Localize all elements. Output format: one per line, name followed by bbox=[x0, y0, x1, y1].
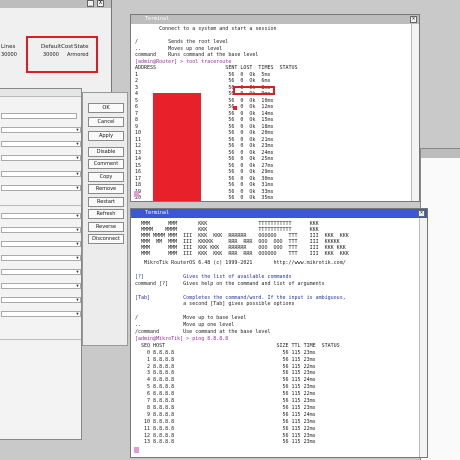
terminal-1-scrollbar[interactable] bbox=[411, 24, 419, 201]
terminal-line: / Move up to base level bbox=[135, 315, 247, 322]
terminal-line: command Runs command at the base level bbox=[135, 52, 259, 58]
settings-window: ▼ ▼ ▼ ▼ ▼ ▼ ▼ ▼ ▼ ▼ ▼ ▼ ▼ bbox=[0, 88, 82, 440]
disconnect-button[interactable]: Disconnect bbox=[88, 234, 124, 244]
settings-toolbar bbox=[0, 89, 81, 97]
terminal-line: [Tab] Completes the command/word. If the… bbox=[135, 294, 346, 301]
action-button-panel: OK Cancel Apply Disable Comment Copy Rem… bbox=[82, 92, 128, 346]
ok-button[interactable]: OK bbox=[88, 103, 124, 113]
terminal-line: 5 8.8.8.8 56 115 23ms bbox=[135, 384, 316, 391]
settings-field-1[interactable] bbox=[1, 113, 77, 119]
highlight-annotation bbox=[233, 86, 275, 95]
chevron-down-icon[interactable]: ▼ bbox=[75, 214, 80, 218]
terminal-window-1[interactable]: Terminal × Connect to a system and start… bbox=[130, 14, 420, 202]
terminal-line: [?] Gives the list of available commands bbox=[135, 273, 292, 280]
column-header-lines[interactable]: Lines bbox=[1, 42, 15, 52]
terminal-line: 7 8.8.8.8 56 115 23ms bbox=[135, 398, 316, 404]
settings-field-12[interactable]: ▼ bbox=[1, 283, 81, 289]
settings-field-8[interactable]: ▼ bbox=[1, 227, 81, 233]
chevron-down-icon[interactable]: ▼ bbox=[75, 256, 80, 260]
refresh-button[interactable]: Refresh bbox=[88, 209, 124, 219]
terminal-line: [admin@Router] > tool traceroute bbox=[135, 58, 232, 65]
apply-button[interactable]: Apply bbox=[88, 131, 124, 141]
terminal-line: 4 8.8.8.8 56 115 24ms bbox=[135, 377, 316, 384]
terminal-line: 3 8.8.8.8 56 115 23ms bbox=[135, 370, 316, 377]
terminal-1-titlebar: Terminal bbox=[131, 15, 419, 24]
chevron-down-icon[interactable]: ▼ bbox=[75, 242, 80, 246]
divider bbox=[0, 339, 81, 340]
restart-button[interactable]: Restart bbox=[88, 197, 124, 207]
chevron-down-icon[interactable]: ▼ bbox=[75, 128, 80, 132]
copy-button[interactable]: Copy bbox=[88, 172, 124, 182]
chevron-down-icon[interactable]: ▼ bbox=[75, 228, 80, 232]
disable-button[interactable]: Disable bbox=[88, 147, 124, 157]
terminal-line: 6 8.8.8.8 56 115 22ms bbox=[135, 391, 316, 398]
background-window-titlebar bbox=[421, 149, 460, 158]
chevron-down-icon[interactable]: ▼ bbox=[75, 142, 80, 146]
remove-button[interactable]: Remove bbox=[88, 184, 124, 194]
comment-button[interactable]: Comment bbox=[88, 159, 124, 169]
terminal-line: 13 8.8.8.8 56 115 23ms bbox=[135, 439, 316, 446]
cell-lines: 30000 bbox=[1, 52, 17, 58]
settings-field-9[interactable]: ▼ bbox=[1, 241, 81, 247]
settings-field-10[interactable]: ▼ bbox=[1, 255, 81, 261]
terminal-line: .. Move up one level bbox=[135, 322, 235, 329]
reverse-button[interactable]: Reverse bbox=[88, 222, 124, 232]
terminal-line: 2 8.8.8.8 56 115 22ms bbox=[135, 363, 316, 370]
redaction-block bbox=[153, 93, 201, 201]
chevron-down-icon[interactable]: ▼ bbox=[75, 156, 80, 160]
chevron-down-icon[interactable]: ▼ bbox=[75, 270, 80, 274]
terminal-1-output[interactable]: Connect to a system and start a session /… bbox=[131, 24, 411, 201]
terminal-line: .. Moves up one level bbox=[135, 45, 223, 52]
chevron-down-icon[interactable]: ▼ bbox=[75, 284, 80, 288]
settings-field-14[interactable]: ▼ bbox=[1, 311, 81, 317]
cancel-button[interactable]: Cancel bbox=[88, 117, 124, 127]
terminal-line: 10 8.8.8.8 56 115 23ms bbox=[135, 418, 316, 425]
settings-field-7[interactable]: ▼ bbox=[1, 213, 81, 219]
minimize-button[interactable]: _ bbox=[87, 0, 94, 7]
chevron-down-icon[interactable]: ▼ bbox=[75, 186, 80, 190]
close-button[interactable]: × bbox=[410, 16, 417, 23]
terminal-line: SEQ HOST SIZE TTL TIME STATUS bbox=[135, 342, 340, 349]
settings-field-6[interactable]: ▼ bbox=[1, 185, 81, 191]
terminal-line: 11 8.8.8.8 56 115 22ms bbox=[135, 425, 316, 432]
terminal-line: 12 8.8.8.8 56 115 23ms bbox=[135, 432, 316, 439]
settings-field-3[interactable]: ▼ bbox=[1, 141, 81, 147]
settings-field-13[interactable]: ▼ bbox=[1, 297, 81, 303]
terminal-line: 1 8.8.8.8 56 115 23ms bbox=[135, 356, 316, 363]
terminal-line: MMM MMM III KKK KKK RRR RRR OOOOOO TTT I… bbox=[135, 251, 349, 257]
settings-field-4[interactable]: ▼ bbox=[1, 155, 81, 161]
terminal-line: command [?] Gives help on the command an… bbox=[135, 280, 325, 287]
terminal-line: / Sends the root level bbox=[135, 39, 229, 45]
background-dialog-titlebar bbox=[0, 0, 111, 8]
terminal-line: 1 56 0 Ok 5ms bbox=[135, 71, 271, 78]
terminal-2-output[interactable]: MMM MMM KKK TTTTTTTTTTT KKK MMMM MMMM KK… bbox=[131, 218, 419, 457]
terminal-line: ADDRESS SENT LOST TIMES STATUS bbox=[135, 65, 298, 71]
cursor-marker bbox=[134, 191, 139, 197]
chevron-down-icon[interactable]: ▼ bbox=[75, 298, 80, 302]
terminal-line: 0 8.8.8.8 56 115 23ms bbox=[135, 349, 316, 356]
terminal-line: /command Use command at the base level bbox=[135, 329, 271, 335]
terminal-line: 8 8.8.8.8 56 115 23ms bbox=[135, 404, 316, 411]
close-button[interactable]: × bbox=[418, 210, 425, 217]
terminal-line: 9 8.8.8.8 56 115 24ms bbox=[135, 411, 316, 418]
terminal-line: 2 56 0 Ok 6ms bbox=[135, 78, 271, 84]
terminal-line: [admin@MikroTik] > ping 8.8.8.8 bbox=[135, 335, 229, 342]
close-button[interactable]: X bbox=[97, 0, 104, 7]
chevron-down-icon[interactable]: ▼ bbox=[75, 312, 80, 316]
settings-field-5[interactable]: ▼ bbox=[1, 171, 81, 177]
settings-field-2[interactable]: ▼ bbox=[1, 127, 81, 133]
terminal-line: Connect to a system and start a session bbox=[135, 26, 277, 32]
terminal-2-scrollbar[interactable] bbox=[419, 218, 427, 457]
terminal-window-2[interactable]: Terminal × MMM MMM KKK TTTTTTTTTTT KKK M… bbox=[130, 208, 428, 458]
highlight-annotation bbox=[26, 36, 98, 73]
redaction-mark bbox=[233, 106, 237, 110]
chevron-down-icon[interactable]: ▼ bbox=[75, 172, 80, 176]
terminal-line: MikroTik RouterOS 6.48 (c) 1999-2021 htt… bbox=[135, 260, 346, 266]
settings-field-11[interactable]: ▼ bbox=[1, 269, 81, 275]
divider bbox=[0, 205, 81, 206]
terminal-line: a second [Tab] gives possible options bbox=[135, 301, 295, 308]
background-dialog: _ X Lines DefaultCost State 30000 30000 … bbox=[0, 0, 112, 94]
cursor-marker bbox=[134, 447, 139, 453]
terminal-2-titlebar: Terminal bbox=[131, 209, 427, 218]
